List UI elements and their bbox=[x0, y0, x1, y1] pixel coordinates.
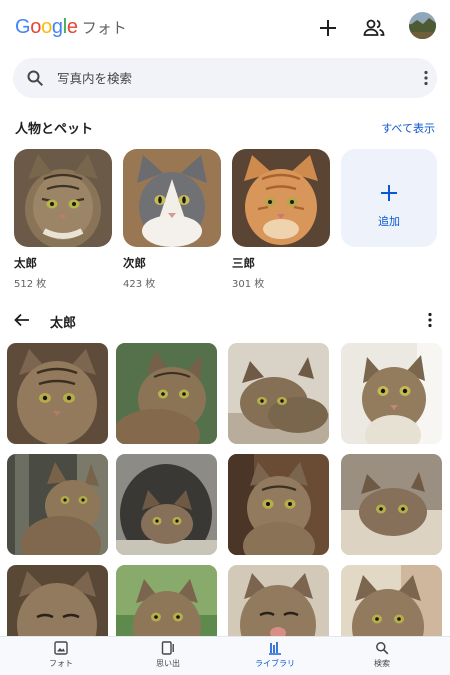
person-name: 太郎 bbox=[14, 256, 37, 270]
sharing-button[interactable] bbox=[361, 15, 387, 41]
person-card-taro[interactable]: 太郎 512 枚 bbox=[14, 149, 112, 290]
app-name: フォト bbox=[81, 19, 127, 37]
person-card-saburo[interactable]: 三郎 301 枚 bbox=[232, 149, 330, 290]
nav-item-photos[interactable]: フォト bbox=[6, 641, 116, 669]
create-button[interactable] bbox=[315, 15, 341, 41]
nav-label: 思い出 bbox=[156, 659, 180, 668]
add-person-button[interactable]: 追加 bbox=[341, 149, 437, 247]
google-wordmark: Google bbox=[15, 16, 78, 38]
photo-thumbnail[interactable] bbox=[116, 454, 217, 555]
google-photos-logo[interactable]: Google フォト bbox=[15, 16, 127, 39]
person-thumbnail bbox=[123, 149, 221, 247]
more-vert-icon[interactable] bbox=[421, 311, 439, 329]
person-card-jiro[interactable]: 次郎 423 枚 bbox=[123, 149, 221, 290]
nav-item-memories[interactable]: 思い出 bbox=[113, 641, 223, 669]
person-photo-count: 301 枚 bbox=[232, 279, 265, 290]
photo-thumbnail[interactable] bbox=[116, 565, 217, 636]
nav-label: フォト bbox=[49, 659, 73, 668]
bottom-navigation: フォト 思い出 ライブラリ 検索 bbox=[0, 636, 450, 675]
person-thumbnail bbox=[14, 149, 112, 247]
photo-thumbnail[interactable] bbox=[228, 565, 329, 636]
photo-grid bbox=[7, 343, 443, 636]
back-arrow-icon[interactable] bbox=[13, 311, 31, 329]
photo-thumbnail[interactable] bbox=[7, 343, 108, 444]
account-avatar[interactable] bbox=[409, 12, 436, 39]
memories-icon bbox=[161, 641, 174, 655]
photo-thumbnail[interactable] bbox=[341, 343, 442, 444]
add-label: 追加 bbox=[378, 215, 400, 228]
search-input[interactable] bbox=[57, 68, 387, 88]
people-section-title: 人物とペット bbox=[15, 122, 94, 137]
more-vert-icon[interactable] bbox=[417, 69, 435, 87]
people-icon bbox=[363, 19, 385, 36]
nav-label: 検索 bbox=[374, 659, 390, 668]
album-title: 太郎 bbox=[50, 316, 77, 331]
person-photo-count: 512 枚 bbox=[14, 279, 47, 290]
photo-thumbnail[interactable] bbox=[7, 565, 108, 636]
person-photo-count: 423 枚 bbox=[123, 279, 156, 290]
library-icon bbox=[269, 642, 281, 655]
photo-thumbnail[interactable] bbox=[7, 454, 108, 555]
photo-icon bbox=[54, 641, 68, 655]
plus-icon bbox=[381, 185, 397, 201]
nav-label: ライブラリ bbox=[255, 659, 295, 668]
photo-thumbnail[interactable] bbox=[116, 343, 217, 444]
see-all-link[interactable]: すべて表示 bbox=[381, 120, 435, 136]
person-name: 次郎 bbox=[123, 256, 146, 270]
photo-thumbnail[interactable] bbox=[228, 343, 329, 444]
search-icon bbox=[376, 642, 389, 655]
app-header: Google フォト bbox=[0, 0, 450, 56]
nav-item-library[interactable]: ライブラリ bbox=[220, 641, 330, 669]
plus-icon bbox=[320, 20, 336, 36]
photo-thumbnail[interactable] bbox=[228, 454, 329, 555]
photo-thumbnail[interactable] bbox=[341, 565, 442, 636]
nav-item-search[interactable]: 検索 bbox=[327, 641, 437, 669]
person-name: 三郎 bbox=[232, 256, 255, 270]
photo-thumbnail[interactable] bbox=[341, 454, 442, 555]
search-icon bbox=[27, 70, 44, 87]
search-bar[interactable] bbox=[13, 58, 437, 98]
person-thumbnail bbox=[232, 149, 330, 247]
